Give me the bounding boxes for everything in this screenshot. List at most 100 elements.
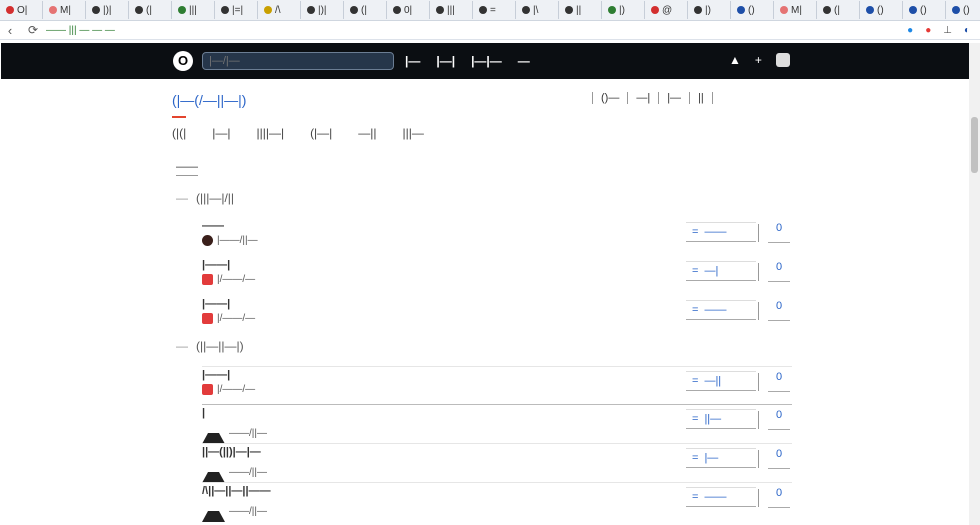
site-logo-icon[interactable]: O xyxy=(173,51,193,71)
star-button[interactable]: —| xyxy=(627,92,658,104)
search-input[interactable] xyxy=(202,52,394,70)
divider xyxy=(758,373,759,391)
list-item[interactable]: —— |——/||— = —— 0 xyxy=(202,218,792,256)
list-item[interactable]: ||—(||)|—|— ——/||— = |— 0 xyxy=(202,443,792,483)
favicon-icon xyxy=(436,6,444,14)
repo-tab[interactable]: (|—| xyxy=(310,126,332,140)
item-count-button[interactable]: 0 xyxy=(768,448,790,469)
favicon-icon xyxy=(135,6,143,14)
item-count-button[interactable]: 0 xyxy=(768,371,790,392)
browser-tab-label: O| xyxy=(17,4,28,16)
item-action-button[interactable]: = —| xyxy=(686,261,756,281)
page-scrollbar[interactable] xyxy=(969,43,980,525)
browser-tab[interactable]: (| xyxy=(817,1,860,19)
user-avatar[interactable] xyxy=(775,53,790,67)
browser-tab[interactable]: |)| xyxy=(301,1,344,19)
browser-tab[interactable]: () xyxy=(946,1,980,19)
browser-tab-label: |) xyxy=(619,4,625,16)
extension-icon[interactable]: ◐ xyxy=(964,25,970,36)
fork-button[interactable]: |— xyxy=(658,92,689,104)
collapse-icon[interactable]: — xyxy=(176,191,188,205)
author-avatar-icon[interactable] xyxy=(202,500,225,522)
extension-icon[interactable]: ● xyxy=(925,25,931,36)
extension-icon[interactable]: ● xyxy=(907,25,913,36)
browser-tab[interactable]: (| xyxy=(344,1,387,19)
nav-item[interactable]: — xyxy=(518,54,530,68)
browser-tab[interactable]: O| xyxy=(0,1,43,19)
item-action-button[interactable]: = —— xyxy=(686,300,756,320)
browser-tab[interactable]: () xyxy=(860,1,903,19)
branch-selector[interactable]: —— xyxy=(176,161,198,176)
browser-tab[interactable]: |)| xyxy=(86,1,129,19)
item-action-button[interactable]: = —|| xyxy=(686,371,756,391)
item-title[interactable]: |——| xyxy=(202,298,230,310)
plus-icon[interactable]: + xyxy=(755,53,762,67)
item-count-button[interactable]: 0 xyxy=(768,487,790,508)
browser-tab[interactable]: M| xyxy=(43,1,86,19)
nav-item[interactable]: |—| xyxy=(436,54,455,68)
author-avatar-icon[interactable] xyxy=(202,235,213,246)
browser-tab[interactable]: ||| xyxy=(430,1,473,19)
browser-tab[interactable]: || xyxy=(559,1,602,19)
item-action-button[interactable]: = ||— xyxy=(686,409,756,429)
browser-tab[interactable]: () xyxy=(903,1,946,19)
item-title[interactable]: /\||—||—||—— xyxy=(202,485,271,497)
nav-item[interactable]: |—|— xyxy=(471,54,502,68)
browser-tab[interactable]: @ xyxy=(645,1,688,19)
scrollbar-thumb[interactable] xyxy=(971,117,978,173)
repo-tab[interactable]: —|| xyxy=(358,126,376,140)
section-label: (|||—|/|| xyxy=(196,191,235,205)
list-icon: = xyxy=(692,413,699,425)
list-item[interactable]: |——| |/——/— = —— 0 xyxy=(202,296,792,334)
browser-tab[interactable]: |=| xyxy=(215,1,258,19)
list-icon: = xyxy=(692,304,699,316)
repo-tab[interactable]: ||||—| xyxy=(256,126,284,140)
list-item[interactable]: | ——/||— = ||— 0 xyxy=(202,404,792,444)
repo-tab[interactable]: |||— xyxy=(403,126,424,140)
repo-tab[interactable]: |—| xyxy=(212,126,230,140)
item-title[interactable]: |——| xyxy=(202,369,230,381)
author-avatar-icon[interactable] xyxy=(202,313,213,324)
item-title[interactable]: —— xyxy=(202,220,224,232)
url-field[interactable]: —— ||| — — — xyxy=(46,25,907,36)
browser-tab[interactable]: |) xyxy=(688,1,731,19)
repo-tab[interactable]: (|(| xyxy=(172,116,187,140)
browser-tab[interactable]: (| xyxy=(129,1,172,19)
item-action-button[interactable]: = |— xyxy=(686,448,756,468)
item-count-button[interactable]: 0 xyxy=(768,300,790,321)
author-avatar-icon[interactable] xyxy=(202,274,213,285)
item-title[interactable]: | xyxy=(202,407,205,419)
repo-title[interactable]: (|—(/—||—|) xyxy=(172,92,246,108)
favicon-icon xyxy=(393,6,401,14)
browser-tab[interactable]: /\ xyxy=(258,1,301,19)
browser-tab[interactable]: |) xyxy=(602,1,645,19)
item-meta: ——/||— xyxy=(202,461,267,483)
item-count-button[interactable]: 0 xyxy=(768,409,790,430)
browser-tab[interactable]: = xyxy=(473,1,516,19)
list-item[interactable]: |——| |/——/— = —|| 0 xyxy=(202,366,792,405)
author-avatar-icon[interactable] xyxy=(202,422,225,444)
list-item[interactable]: /\||—||—||—— ——/||— = —— 0 xyxy=(202,482,792,522)
item-count-button[interactable]: 0 xyxy=(768,261,790,282)
collapse-icon[interactable]: — xyxy=(176,339,188,353)
extension-icon[interactable]: ⊥ xyxy=(943,25,952,36)
back-arrow-icon[interactable]: ‹ xyxy=(0,23,20,38)
browser-tab[interactable]: () xyxy=(731,1,774,19)
author-avatar-icon[interactable] xyxy=(202,384,213,395)
list-item[interactable]: |——| |/——/— = —| 0 xyxy=(202,257,792,295)
item-title[interactable]: |——| xyxy=(202,259,230,271)
item-count-button[interactable]: 0 xyxy=(768,222,790,243)
item-title[interactable]: ||—(||)|—|— xyxy=(202,446,261,458)
item-action-button[interactable]: = —— xyxy=(686,487,756,507)
item-action-button[interactable]: = —— xyxy=(686,222,756,242)
count-button[interactable]: || xyxy=(689,92,713,104)
reload-icon[interactable]: ⟳ xyxy=(20,23,46,37)
author-avatar-icon[interactable] xyxy=(202,461,225,483)
notifications-icon[interactable]: ▲ xyxy=(729,53,741,67)
watch-button[interactable]: ()— xyxy=(592,92,627,104)
browser-tab[interactable]: M| xyxy=(774,1,817,19)
browser-tab[interactable]: ||| xyxy=(172,1,215,19)
browser-tab[interactable]: |\ xyxy=(516,1,559,19)
browser-tab[interactable]: 0| xyxy=(387,1,430,19)
nav-item[interactable]: |— xyxy=(405,54,420,68)
